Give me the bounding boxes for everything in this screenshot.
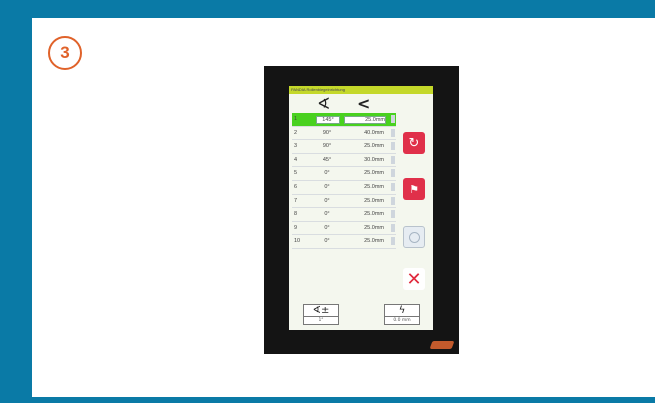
bend-icon: < (357, 94, 371, 113)
row-angle[interactable]: 0° (316, 198, 338, 204)
row-angle[interactable]: 45° (316, 157, 338, 163)
angle-plus-minus-icon: ∢± (312, 305, 330, 316)
row-length[interactable]: 40.0mm (344, 130, 384, 136)
flag-icon: ⚑ (409, 182, 419, 196)
row-index: 5 (294, 170, 298, 177)
row-length[interactable]: 25.0mm (344, 170, 384, 176)
row-scroll-handle[interactable] (391, 210, 395, 219)
bottom-frame-bar (0, 397, 655, 403)
row-index: 6 (294, 183, 298, 190)
row-length[interactable]: 25.0mm (344, 225, 384, 231)
row-length[interactable]: 30.0mm (344, 157, 384, 163)
row-angle[interactable]: 90° (316, 130, 338, 136)
bend-offset-value: 0.0 mm (385, 316, 419, 324)
table-row[interactable]: 5 0° 25.0mm (292, 167, 396, 181)
row-scroll-handle[interactable] (391, 169, 395, 178)
device-photo: PANDIA Rollenbiegeinrichtung ∢ < 1 145° 25… (264, 66, 459, 354)
bend-tool-icon: ϟ (398, 305, 406, 316)
angle-adjust-button[interactable]: ∢± 1° (303, 304, 339, 325)
row-angle[interactable]: 90° (316, 143, 338, 149)
column-icons: ∢ < (317, 96, 399, 112)
device-screen: PANDIA Rollenbiegeinrichtung ∢ < 1 145° 25… (289, 86, 433, 330)
row-length[interactable]: 25.0mm (344, 116, 386, 124)
row-length[interactable]: 25.0mm (344, 198, 384, 204)
table-row[interactable]: 3 90° 25.0mm (292, 140, 396, 154)
row-scroll-handle[interactable] (391, 182, 395, 191)
row-scroll-handle[interactable] (391, 196, 395, 205)
bend-table: 1 145° 25.0mm 2 90° 40.0mm 3 90° 25.0mm 4 45° 30… (292, 113, 396, 249)
row-index: 4 (294, 156, 298, 163)
reset-button[interactable] (403, 226, 425, 248)
row-index: 1 (294, 116, 298, 122)
row-index: 10 (294, 238, 301, 245)
row-scroll-handle[interactable] (391, 237, 395, 246)
row-angle[interactable]: 0° (316, 211, 338, 217)
table-row[interactable]: 4 45° 30.0mm (292, 154, 396, 168)
row-angle[interactable]: 0° (316, 184, 338, 190)
row-angle[interactable]: 0° (316, 225, 338, 231)
table-row[interactable]: 2 90° 40.0mm (292, 127, 396, 141)
row-scroll-handle[interactable] (391, 155, 395, 164)
row-length[interactable]: 25.0mm (344, 238, 384, 244)
blank-icon (408, 231, 420, 243)
table-row[interactable]: 8 0° 25.0mm (292, 208, 396, 222)
row-index: 7 (294, 197, 298, 204)
flag-button[interactable]: ⚑ (403, 178, 425, 200)
row-index: 3 (294, 143, 298, 150)
delete-icon: ✕ (406, 268, 422, 290)
step-number-badge: 3 (48, 36, 82, 70)
row-scroll-handle[interactable] (391, 142, 395, 151)
table-row[interactable]: 6 0° 25.0mm (292, 181, 396, 195)
angle-icon: ∢ (317, 94, 331, 113)
angle-step-value: 1° (304, 316, 338, 324)
row-angle[interactable]: 145° (316, 116, 340, 124)
undo-button[interactable]: ↻ (403, 132, 425, 154)
delete-button[interactable]: ✕ (403, 268, 425, 290)
table-row[interactable]: 10 0° 25.0mm (292, 235, 396, 249)
row-length[interactable]: 25.0mm (344, 184, 384, 190)
device-logo (429, 341, 455, 349)
undo-icon: ↻ (408, 135, 420, 151)
table-row[interactable]: 1 145° 25.0mm (292, 113, 396, 127)
screen-title-bar: PANDIA Rollenbiegeinrichtung (289, 86, 433, 94)
row-length[interactable]: 25.0mm (344, 211, 384, 217)
table-row[interactable]: 9 0° 25.0mm (292, 222, 396, 236)
row-index: 9 (294, 224, 298, 231)
row-index: 2 (294, 129, 298, 136)
table-row[interactable]: 7 0° 25.0mm (292, 195, 396, 209)
row-angle[interactable]: 0° (316, 170, 338, 176)
row-length[interactable]: 25.0mm (344, 143, 384, 149)
row-scroll-handle[interactable] (391, 128, 395, 137)
bend-adjust-button[interactable]: ϟ 0.0 mm (384, 304, 420, 325)
row-angle[interactable]: 0° (316, 238, 338, 244)
row-index: 8 (294, 211, 298, 218)
row-scroll-handle[interactable] (391, 223, 395, 232)
row-scroll-handle[interactable] (391, 115, 395, 123)
